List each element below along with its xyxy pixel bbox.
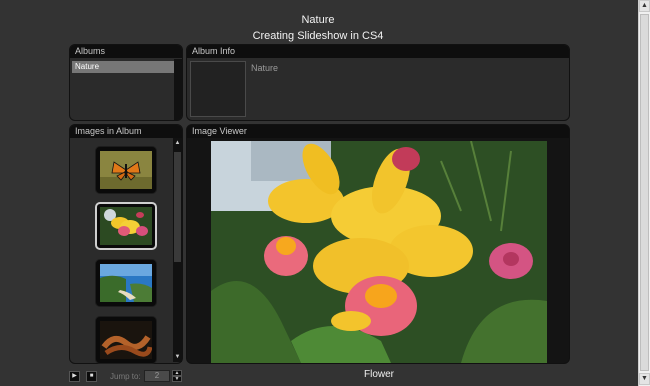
scroll-up-arrow-icon[interactable]: ▲ (639, 0, 650, 12)
page-scroll-thumb[interactable] (640, 14, 649, 371)
album-item-nature[interactable]: Nature (72, 61, 174, 73)
image-caption: Flower (363, 369, 394, 380)
play-button[interactable]: ▶ (69, 371, 80, 382)
albums-panel: Albums Nature (69, 44, 183, 121)
gallery-subtitle: Creating Slideshow in CS4 (252, 30, 384, 42)
jump-to-label: Jump to: (110, 372, 141, 381)
orchid-thumbnail-icon (100, 207, 152, 245)
image-viewer-panel: Image Viewer (186, 124, 570, 364)
image-viewer-title: Image Viewer (187, 125, 569, 138)
thumbnail-coastline[interactable] (95, 259, 157, 307)
gallery-title: Nature (301, 14, 335, 26)
images-panel-title: Images in Album (70, 125, 182, 138)
thumbnail-butterfly[interactable] (95, 146, 157, 194)
play-icon: ▶ (72, 373, 77, 379)
page-scrollbar[interactable]: ▲ ▼ (638, 0, 650, 386)
stop-icon: ■ (89, 373, 94, 379)
thumbs-scroll-up-icon[interactable]: ▲ (173, 140, 182, 146)
thumbs-scroll-thumb[interactable] (174, 152, 181, 262)
albums-panel-title: Albums (70, 45, 182, 58)
thumbs-scroll-down-icon[interactable]: ▼ (173, 354, 182, 360)
thumbnail-orchid[interactable] (95, 202, 157, 250)
yellow-orchid-photo-icon (211, 141, 547, 363)
scroll-down-arrow-icon[interactable]: ▼ (639, 373, 650, 385)
album-info-title: Album Info (187, 45, 569, 58)
album-info-panel: Album Info Nature (186, 44, 570, 121)
thumbnails-scrollbar[interactable]: ▲ ▼ (173, 138, 182, 362)
jump-to-input[interactable]: 2 (144, 370, 170, 382)
jump-decrement-icon[interactable]: ▼ (172, 376, 182, 382)
coastline-thumbnail-icon (100, 264, 152, 302)
albums-scrollbar[interactable] (174, 59, 182, 120)
album-info-name: Nature (251, 63, 279, 73)
album-cover-placeholder (190, 61, 246, 117)
snake-thumbnail-icon (100, 321, 152, 359)
stop-button[interactable]: ■ (86, 371, 97, 382)
butterfly-thumbnail-icon (100, 151, 152, 189)
thumbnail-snake[interactable] (95, 316, 157, 364)
